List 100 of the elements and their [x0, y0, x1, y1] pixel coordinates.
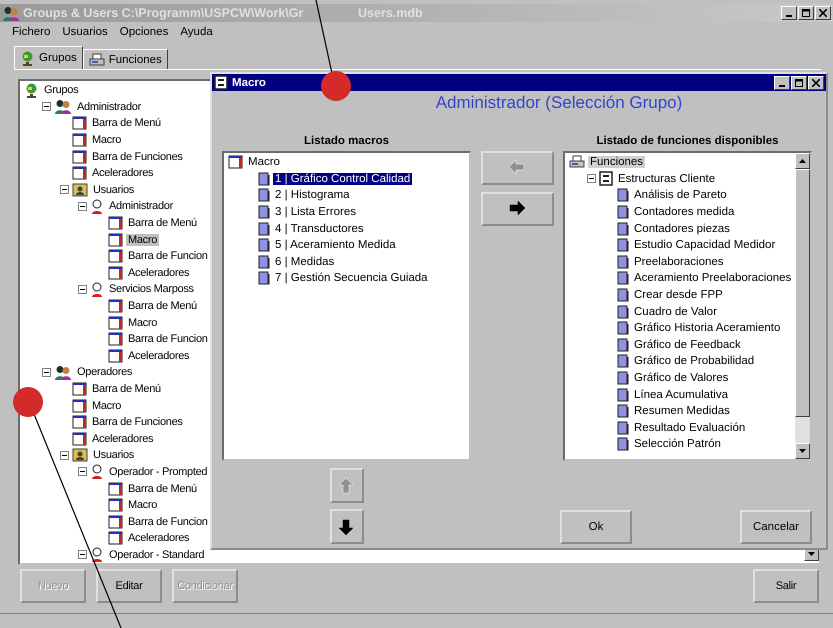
cancel-button[interactable]: Cancelar — [740, 510, 812, 544]
tree-item[interactable]: 5 | Aceramiento Medida — [273, 239, 398, 252]
window-icon — [72, 415, 87, 430]
close-icon — [812, 78, 820, 86]
tab[interactable]: Grupos — [14, 46, 83, 69]
tree-item[interactable]: Barra de Menú — [126, 217, 199, 230]
tree-item[interactable]: Servicios Marposs — [107, 283, 196, 296]
tree-item[interactable]: Gráfico de Probabilidad — [632, 355, 756, 368]
tree-item[interactable]: Aceramiento Preelaboraciones — [632, 272, 794, 284]
minimize-button[interactable] — [781, 6, 797, 20]
window-icon — [108, 482, 123, 496]
close-button[interactable] — [808, 76, 824, 90]
tree-item[interactable]: Barra de Funcion — [126, 516, 210, 528]
tree-item[interactable]: Gráfico de Feedback — [632, 338, 743, 351]
tab[interactable]: Funciones — [82, 49, 168, 69]
document-icon — [617, 321, 629, 336]
scroll-up-button[interactable] — [795, 153, 810, 169]
scrollbar-thumb[interactable] — [795, 169, 810, 417]
tree-item[interactable]: Usuarios — [91, 449, 136, 462]
tree-item[interactable]: 2 | Histograma — [273, 189, 352, 202]
tree-item[interactable]: Aceleradores — [126, 350, 192, 362]
exit-button[interactable]: Salir — [753, 569, 819, 603]
tree-item[interactable]: Selección Patrón — [632, 438, 723, 450]
tree-item[interactable]: Grupos — [42, 84, 80, 96]
menu-item[interactable]: Ayuda — [180, 26, 213, 42]
tree-item[interactable]: Crear desde FPP — [632, 289, 725, 302]
tree-item[interactable]: Gráfico de Valores — [632, 372, 730, 384]
tree-item[interactable]: Barra de Funcion — [126, 250, 210, 262]
minimize-button[interactable] — [774, 76, 790, 90]
macro-list[interactable]: Macro 1 | Gráfico Control Calidad 2 | Histograma 3 | Lista Errores 4 | Transductores 5 | Aceramiento Medida 6 | Medidas 7 | Gestión Secuencia Guiada — [222, 151, 471, 461]
tree-item[interactable]: Contadores piezas — [632, 222, 732, 235]
globe-icon — [20, 50, 35, 66]
tree-item[interactable]: Operadores — [75, 366, 134, 378]
tree-item[interactable]: Resultado Evaluación — [632, 422, 748, 434]
window-icon — [108, 498, 123, 512]
scrollbar[interactable] — [795, 153, 810, 459]
maximize-button[interactable] — [791, 76, 807, 90]
tree-item[interactable]: 3 | Lista Errores — [273, 206, 358, 218]
document-icon — [258, 188, 270, 202]
tree-item[interactable]: Barra de Menú — [90, 382, 163, 395]
tree-item[interactable]: Operador - Standard — [107, 548, 206, 561]
action-button[interactable]: Editar — [96, 569, 162, 603]
tree-item[interactable]: Estudio Capacidad Medidor — [632, 239, 778, 252]
collapse-toggle[interactable] — [78, 550, 87, 560]
tree-item[interactable]: Barra de Menú — [90, 117, 163, 130]
tree-item[interactable]: Macro — [126, 234, 160, 246]
tree-item[interactable]: Aceleradores — [126, 266, 192, 279]
tree-item[interactable]: Aceleradores — [126, 532, 192, 544]
menu-item[interactable]: Usuarios — [62, 26, 108, 42]
tree-item[interactable]: 7 | Gestión Secuencia Guiada — [273, 272, 430, 284]
maximize-button[interactable] — [798, 6, 814, 20]
tree-item[interactable]: Usuarios — [91, 184, 136, 196]
window-icon — [108, 316, 123, 330]
printer-icon — [569, 155, 585, 170]
maximize-icon — [802, 9, 810, 17]
tree-item[interactable]: Macro — [126, 316, 160, 329]
tree-item[interactable]: Barra de Menú — [126, 300, 199, 312]
tree-item[interactable]: Barra de Funciones — [90, 150, 185, 163]
tree-item[interactable]: Administrador — [75, 100, 143, 113]
tree-item[interactable]: Análisis de Pareto — [632, 189, 729, 202]
tree-item[interactable]: Preelaboraciones — [632, 256, 726, 268]
scroll-down-button[interactable] — [795, 443, 810, 459]
tree-item[interactable]: Macro — [246, 156, 282, 168]
document-icon — [258, 271, 270, 286]
column-label: Listado macros — [303, 135, 390, 147]
tree-item[interactable]: Barra de Menú — [126, 482, 199, 495]
tree-item[interactable]: Contadores medida — [632, 206, 736, 218]
menu-item[interactable]: Fichero — [12, 26, 50, 42]
collapse-toggle[interactable] — [42, 368, 51, 377]
tree-item[interactable]: Operador - Prompted — [107, 466, 210, 478]
tree-item[interactable]: 1 | Gráfico Control Calidad — [273, 172, 412, 185]
tree-item[interactable]: Resumen Medidas — [632, 405, 732, 418]
menu-item[interactable]: Opciones — [120, 26, 168, 42]
collapse-toggle[interactable] — [78, 202, 87, 211]
tree-item[interactable]: Administrador — [107, 200, 175, 212]
function-list[interactable] — [563, 151, 812, 461]
ok-button[interactable]: Ok — [560, 510, 632, 544]
tree-item[interactable]: Funciones — [588, 156, 646, 168]
tree-item[interactable]: 6 | Medidas — [273, 256, 336, 268]
tree-item[interactable]: Línea Acumulativa — [632, 388, 730, 401]
close-button[interactable] — [815, 6, 831, 20]
tree-item[interactable]: Macro — [126, 499, 160, 512]
right-arrow-button[interactable] — [480, 192, 554, 226]
tree-item[interactable]: Aceleradores — [90, 167, 156, 180]
tree-item[interactable]: Macro — [90, 134, 124, 146]
tree-item[interactable]: Cuadro de Valor — [632, 306, 719, 318]
collapse-toggle[interactable] — [78, 284, 87, 294]
down-arrow-button[interactable] — [330, 509, 364, 544]
collapse-toggle[interactable] — [60, 450, 69, 460]
tree-item[interactable]: Barra de Funciones — [90, 416, 185, 428]
collapse-toggle[interactable] — [587, 174, 596, 184]
tree-item[interactable]: Barra de Funcion — [126, 333, 210, 346]
tree-item[interactable]: Estructuras Cliente — [616, 172, 718, 185]
tree-item[interactable]: Gráfico Historia Aceramiento — [632, 322, 782, 334]
tree-item[interactable]: Macro — [90, 400, 124, 412]
collapse-toggle[interactable] — [42, 102, 51, 112]
tree-item[interactable]: 4 | Transductores — [273, 222, 366, 235]
tree-item[interactable]: Aceleradores — [90, 432, 156, 445]
collapse-toggle[interactable] — [78, 467, 87, 476]
collapse-toggle[interactable] — [60, 185, 69, 194]
